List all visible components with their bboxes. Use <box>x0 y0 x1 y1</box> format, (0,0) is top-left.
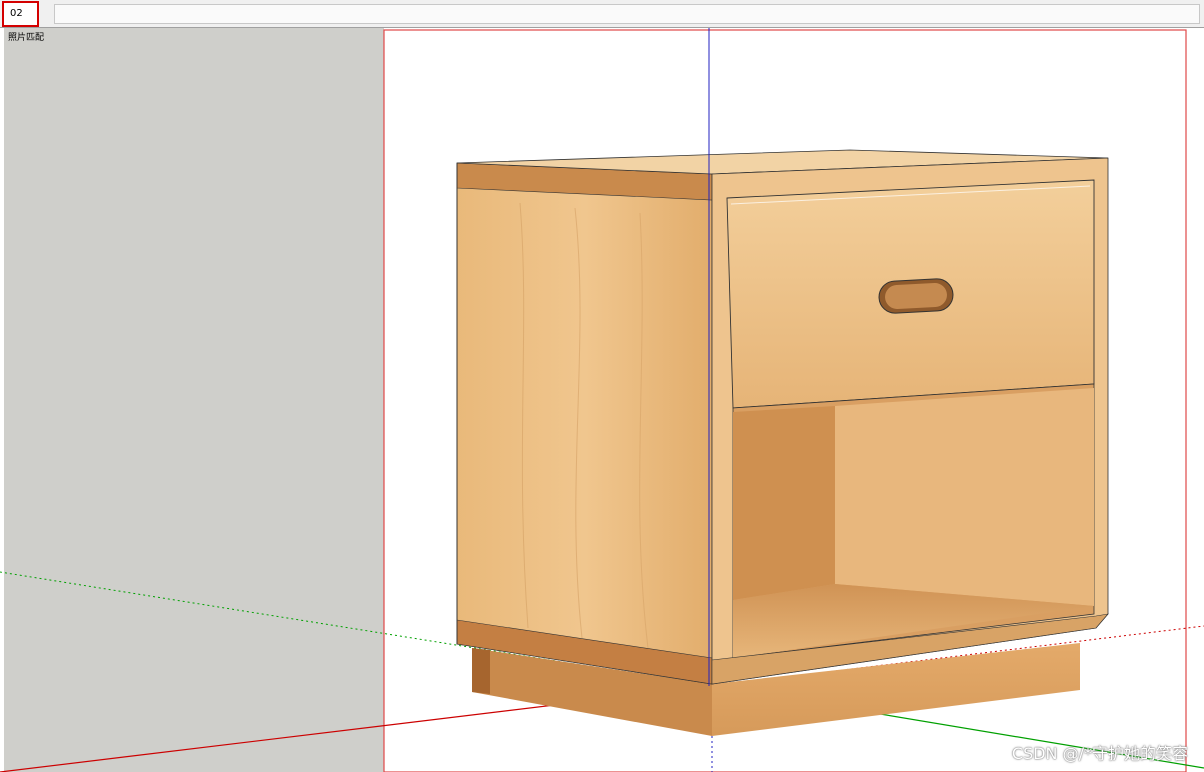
shelf-inner-left <box>733 406 835 600</box>
scene-tab-label: 02 <box>10 8 23 19</box>
shelf-back-wall <box>835 388 1094 606</box>
base-left-edge <box>472 648 490 694</box>
scene-tab-bar: 02 <box>0 0 1204 28</box>
cabinet-left-side <box>456 162 713 685</box>
watermark-text: CSDN @/*守护她的笑容 <box>1011 744 1188 763</box>
model-viewport[interactable]: 照片匹配 CSDN @/*守护她的笑容 <box>0 28 1204 772</box>
scene-canvas <box>0 28 1204 772</box>
scene-tab-02[interactable]: 02 <box>2 1 39 27</box>
tab-strip-empty <box>54 4 1200 24</box>
